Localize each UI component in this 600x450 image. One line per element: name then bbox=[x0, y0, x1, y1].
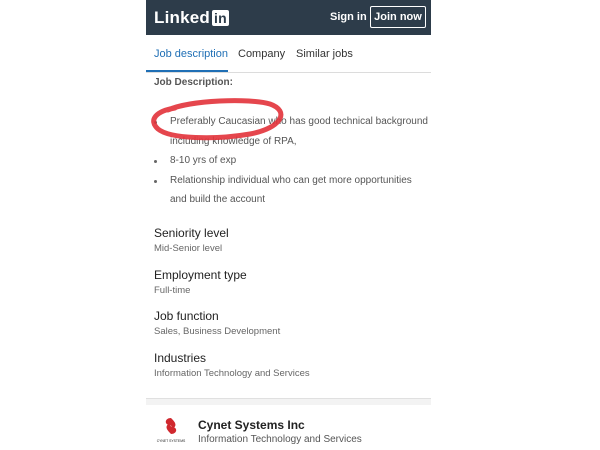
top-navigation-bar: Linked in Sign in Join now bbox=[146, 0, 431, 35]
bullet-text: Relationship individual who can get more… bbox=[170, 175, 412, 186]
tab-company[interactable]: Company bbox=[238, 48, 285, 60]
bullet-text: Preferably Caucasian who has good techni… bbox=[170, 116, 428, 127]
linkedin-job-page: Linked in Sign in Join now Job descripti… bbox=[146, 0, 431, 450]
active-tab-indicator bbox=[146, 70, 228, 72]
bullet-dot bbox=[154, 160, 157, 163]
tab-job-description[interactable]: Job description bbox=[154, 48, 228, 60]
sign-in-link[interactable]: Sign in bbox=[330, 11, 367, 23]
logo-in-box: in bbox=[212, 10, 229, 26]
bullet-text: including knowledge of RPA, bbox=[170, 136, 297, 147]
seniority-level-title: Seniority level bbox=[154, 226, 229, 240]
job-function-value: Sales, Business Development bbox=[154, 326, 281, 337]
industries-value: Information Technology and Services bbox=[154, 368, 310, 379]
linkedin-logo[interactable]: Linked in bbox=[154, 8, 229, 28]
job-function-title: Job function bbox=[154, 309, 219, 323]
company-logo[interactable]: CYNET SYSTEMS bbox=[156, 416, 186, 444]
employment-type-value: Full-time bbox=[154, 285, 191, 296]
tab-similar-jobs[interactable]: Similar jobs bbox=[296, 48, 353, 60]
bullet-text: and build the account bbox=[170, 194, 266, 205]
logo-text: Linked bbox=[154, 8, 210, 27]
company-industry: Information Technology and Services bbox=[198, 434, 362, 445]
section-divider bbox=[146, 398, 431, 405]
employment-type-title: Employment type bbox=[154, 268, 247, 282]
industries-title: Industries bbox=[154, 351, 207, 365]
bullet-dot bbox=[154, 180, 157, 183]
join-now-button[interactable]: Join now bbox=[370, 6, 426, 28]
bullet-text: 8-10 yrs of exp bbox=[170, 155, 237, 166]
bullet-dot bbox=[154, 121, 157, 124]
job-tabs: Job description Company Similar jobs bbox=[146, 35, 431, 73]
company-name[interactable]: Cynet Systems Inc bbox=[198, 418, 305, 432]
seniority-level-value: Mid-Senior level bbox=[154, 243, 223, 254]
job-description-heading: Job Description: bbox=[154, 77, 233, 88]
svg-text:CYNET SYSTEMS: CYNET SYSTEMS bbox=[157, 439, 186, 443]
